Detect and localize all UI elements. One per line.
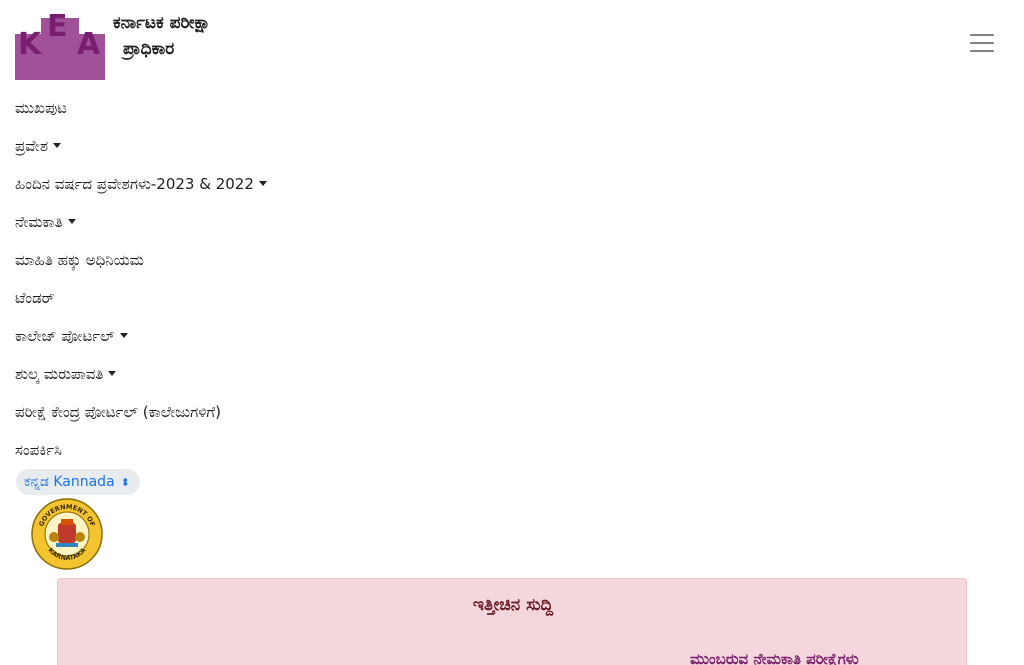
language-select-value: ಕನ್ನಡ Kannada: [24, 474, 115, 490]
org-name-line1: ಕರ್ನಾಟಕ ಪರೀಕ್ಷಾ: [113, 13, 211, 33]
nav-item-previous-admissions[interactable]: ಹಿಂದಿನ ವರ್ಷದ ಪ್ರವೇಶಗಳು-2023 & 2022: [15, 172, 267, 210]
org-name: ಕರ್ನಾಟಕ ಪರೀಕ್ಷಾ ಪ್ರಾಧಿಕಾರ: [113, 10, 211, 62]
nav-item-rti[interactable]: ಮಾಹಿತಿ ಹಕ್ಕು ಅಧಿನಿಯಮ: [15, 248, 267, 286]
nav-item-home[interactable]: ಮುಖಪುಟ: [15, 96, 267, 134]
nav-item-label: ಟೆಂಡರ್: [15, 289, 55, 307]
language-select[interactable]: ಕನ್ನಡ Kannada ⬍: [16, 469, 140, 495]
logo-letter-e: E: [47, 9, 68, 44]
main-nav: ಮುಖಪುಟ ಪ್ರವೇಶ ಹಿಂದಿನ ವರ್ಷದ ಪ್ರವೇಶಗಳು-202…: [15, 96, 267, 476]
nav-item-tender[interactable]: ಟೆಂಡರ್: [15, 286, 267, 324]
nav-item-recruitment[interactable]: ನೇಮಕಾತಿ: [15, 210, 267, 248]
latest-news-panel: ಇತ್ತೀಚಿನ ಸುದ್ದಿ ಮುಂಬರುವ ನೇಮಕಾತಿ ಪರೀಕ್ಷೆಗ…: [57, 578, 967, 665]
hamburger-menu-icon[interactable]: [968, 34, 996, 56]
nav-item-label: ನೇಮಕಾತಿ: [15, 213, 63, 231]
org-name-line2: ಪ್ರಾಧಿಕಾರ: [123, 39, 175, 59]
news-title: ಇತ್ತೀಚಿನ ಸುದ್ದಿ: [472, 595, 554, 615]
nav-item-label: ಹಿಂದಿನ ವರ್ಷದ ಪ್ರವೇಶಗಳು-2023 & 2022: [15, 175, 254, 193]
nav-item-label: ಸಂಪರ್ಕಿಸಿ: [15, 441, 62, 459]
chevron-updown-icon: ⬍: [120, 476, 130, 489]
caret-down-icon: [67, 219, 76, 224]
kea-logo[interactable]: K E A: [15, 8, 105, 80]
nav-item-exam-centre-portal[interactable]: ಪರೀಕ್ಷೆ ಕೇಂದ್ರ ಪೋರ್ಟಲ್ (ಕಾಲೇಜುಗಳಿಗೆ): [15, 400, 267, 438]
caret-down-icon: [53, 143, 62, 148]
logo-letter-k: K: [18, 27, 43, 62]
nav-item-label: ಮುಖಪುಟ: [15, 99, 67, 117]
upcoming-exams-link[interactable]: ಮುಂಬರುವ ನೇಮಕಾತಿ ಪರೀಕ್ಷೆಗಳು: [690, 650, 859, 665]
site-header: K E A ಕರ್ನಾಟಕ ಪರೀಕ್ಷಾ ಪ್ರಾಧಿಕಾರ: [0, 0, 1024, 90]
nav-item-label: ಪ್ರವೇಶ: [15, 137, 49, 155]
caret-down-icon: [258, 181, 267, 186]
nav-item-college-portal[interactable]: ಕಾಲೇಜ್ ಪೋರ್ಟಲ್: [15, 324, 267, 362]
nav-item-label: ಮಾಹಿತಿ ಹಕ್ಕು ಅಧಿನಿಯಮ: [15, 251, 144, 269]
nav-item-fee-refund[interactable]: ಶುಲ್ಕ ಮರುಪಾವತಿ: [15, 362, 267, 400]
nav-item-label: ಕಾಲೇಜ್ ಪೋರ್ಟಲ್: [15, 327, 115, 345]
caret-down-icon: [119, 333, 128, 338]
caret-down-icon: [108, 371, 117, 376]
nav-item-label: ಪರೀಕ್ಷೆ ಕೇಂದ್ರ ಪೋರ್ಟಲ್ (ಕಾಲೇಜುಗಳಿಗೆ): [15, 403, 221, 421]
nav-item-label: ಶುಲ್ಕ ಮರುಪಾವತಿ: [15, 365, 104, 383]
logo-letter-a: A: [77, 27, 101, 62]
nav-item-admissions[interactable]: ಪ್ರವೇಶ: [15, 134, 267, 172]
government-emblem: GOVERNMENT OF KARNATAKA: [31, 498, 103, 570]
